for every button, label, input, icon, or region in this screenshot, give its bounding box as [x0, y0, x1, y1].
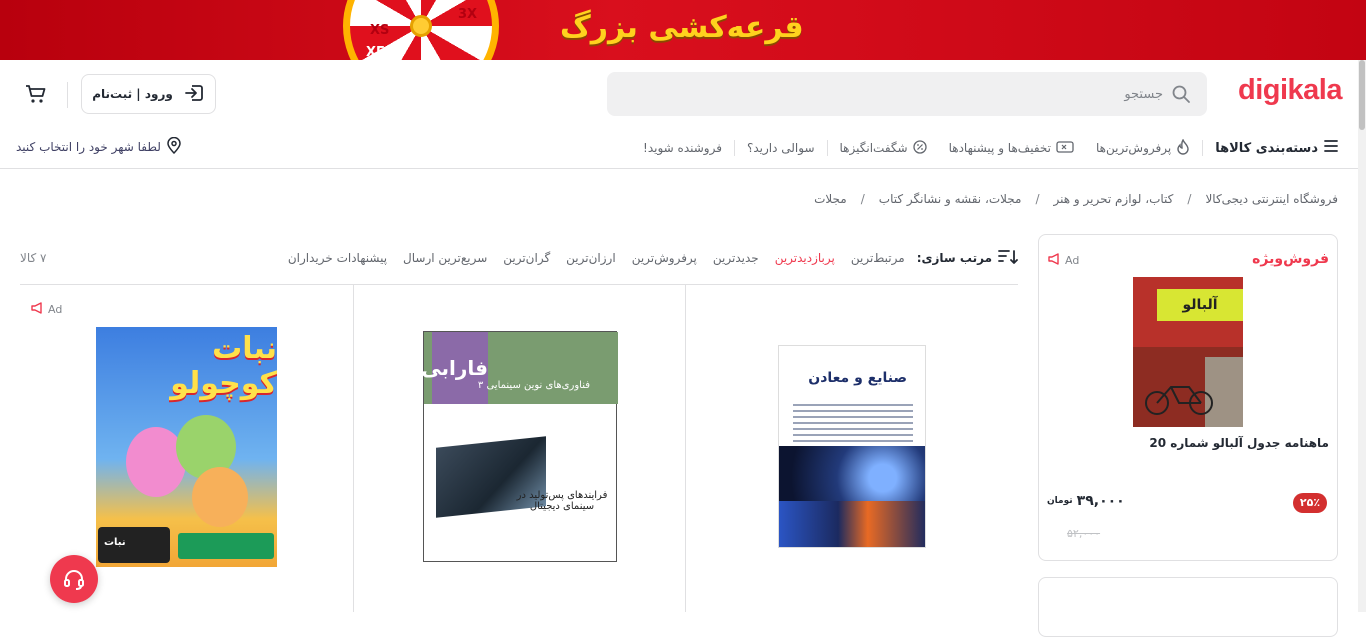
megaphone-icon	[1047, 253, 1061, 268]
city-label: لطفا شهر خود را انتخاب کنید	[16, 140, 161, 154]
cover-info-box	[178, 533, 274, 559]
cover-graphic	[779, 501, 925, 547]
page-scrollbar[interactable]	[1358, 60, 1366, 612]
column-divider	[685, 285, 686, 612]
sort-option[interactable]: گران‌ترین	[503, 251, 550, 265]
breadcrumb: فروشگاه اینترنتی دیجی‌کالا / کتاب، لوازم…	[814, 192, 1338, 206]
flame-icon	[1176, 137, 1190, 158]
login-label: ورود | ثبت‌نام	[92, 87, 173, 101]
filter-card	[1038, 577, 1338, 637]
special-sale-card[interactable]: فروش‌ویژه Ad آلبالو ماهنامه جدول آلبالو …	[1038, 234, 1338, 561]
product-image[interactable]: صنایع و معادن	[778, 345, 926, 548]
sort-label: مرتب سازی:	[916, 251, 992, 265]
megaphone-icon	[30, 302, 44, 317]
nav-divider	[733, 140, 735, 156]
digikala-logo[interactable]: digikala	[1238, 74, 1343, 107]
breadcrumb-link[interactable]: کتاب، لوازم تحریر و هنر	[1054, 192, 1174, 206]
price-value: ۳۹,۰۰۰	[1076, 493, 1125, 509]
wheel-label: 3X	[458, 7, 478, 22]
price: تومان ۳۹,۰۰۰	[1047, 493, 1125, 509]
results-count: ۷ کالا	[20, 251, 47, 265]
special-sale-title: فروش‌ویژه	[1252, 251, 1329, 267]
nav-divider	[1202, 140, 1204, 156]
city-selector[interactable]: لطفا شهر خود را انتخاب کنید	[16, 136, 181, 157]
location-pin-icon	[167, 136, 181, 157]
nav-divider	[826, 140, 828, 156]
prize-wheel: XS 3X 5X XE 2X	[343, 0, 499, 60]
wheel-label: XE	[366, 45, 385, 60]
breadcrumb-link[interactable]: فروشگاه اینترنتی دیجی‌کالا	[1205, 192, 1338, 206]
ad-badge[interactable]: Ad	[30, 302, 62, 317]
nav-item-label: تخفیف‌ها و پیشنهادها	[948, 141, 1051, 155]
discount-badge: ۲۵٪	[1293, 493, 1327, 513]
cover-label: آلبالو	[1157, 289, 1243, 321]
header-divider-line	[0, 168, 1358, 169]
search-icon	[1171, 84, 1191, 108]
percent-icon	[912, 139, 927, 157]
sort-option[interactable]: جدیدترین	[713, 251, 759, 265]
cart-icon	[24, 85, 48, 110]
search-bar[interactable]	[607, 72, 1207, 116]
nav-item-offers[interactable]: تخفیف‌ها و پیشنهادها	[948, 140, 1074, 156]
promo-banner[interactable]: XS 3X 5X XE 2X قرعه‌کشی بزرگ	[0, 0, 1366, 60]
categories-label: دسته‌بندی کالاها	[1215, 140, 1318, 156]
cover-phone-label: نبات	[104, 537, 126, 548]
wheel-label: XS	[370, 23, 390, 38]
coupon-icon	[1056, 140, 1074, 156]
main-nav: دسته‌بندی کالاها پرفروش‌ترین‌ها تخفیف‌ها…	[643, 137, 1338, 158]
banner-title: قرعه‌کشی بزرگ	[560, 10, 804, 45]
sort-option[interactable]: ارزان‌ترین	[566, 251, 616, 265]
login-icon	[183, 82, 205, 107]
cover-character	[192, 467, 248, 527]
cover-subtitle: فناوری‌های نوین سینمایی ۳	[477, 380, 590, 391]
grid-divider	[20, 284, 1018, 285]
breadcrumb-separator: /	[1035, 192, 1040, 206]
nav-item-label: شگفت‌انگیزها	[839, 141, 908, 155]
breadcrumb-separator: /	[1187, 192, 1192, 206]
product-image[interactable]: آلبالو	[1133, 277, 1243, 427]
ad-badge[interactable]: Ad	[1047, 253, 1079, 268]
product-image[interactable]: فارابی فناوری‌های نوین سینمایی ۳ فراینده…	[421, 331, 618, 562]
nav-item-bestsellers[interactable]: پرفروش‌ترین‌ها	[1096, 137, 1190, 158]
bicycle-icon	[1145, 386, 1213, 415]
sort-option[interactable]: پیشنهادات خریداران	[288, 251, 387, 265]
sort-option[interactable]: پرفروش‌ترین	[632, 251, 697, 265]
breadcrumb-link[interactable]: مجلات، نقشه و نشانگر کتاب	[879, 192, 1022, 206]
wheel-hub	[410, 15, 432, 37]
support-chat-button[interactable]	[50, 555, 98, 603]
nav-link-questions[interactable]: سوالی دارید؟	[747, 141, 815, 155]
breadcrumb-separator: /	[860, 192, 865, 206]
sort-option[interactable]: مرتبط‌ترین	[851, 251, 905, 265]
wheel-label: 2X	[460, 59, 479, 60]
categories-menu[interactable]: دسته‌بندی کالاها	[1215, 140, 1338, 156]
nav-link-become-seller[interactable]: فروشنده شوید!	[643, 141, 722, 155]
cover-phone: نبات	[98, 527, 170, 563]
sort-bar: مرتب سازی: مرتبط‌ترین پربازدیدترین جدیدت…	[20, 248, 1018, 268]
ad-label: Ad	[1065, 254, 1080, 267]
cart-button[interactable]	[24, 82, 48, 110]
cover-text-block	[793, 404, 913, 442]
product-name[interactable]: ماهنامه جدول آلبالو شماره 20	[1149, 436, 1329, 450]
product-image[interactable]: نبات کوچولو نبات	[96, 327, 277, 567]
cover-title: نبات کوچولو	[170, 331, 277, 401]
nav-item-amazing[interactable]: شگفت‌انگیزها	[839, 139, 927, 157]
scrollbar-thumb[interactable]	[1359, 60, 1365, 130]
search-input[interactable]	[643, 72, 1163, 116]
login-button[interactable]: ورود | ثبت‌نام	[81, 74, 216, 114]
cover-brand: فارابی	[421, 332, 488, 404]
cover-caption: فرایندهای پس‌تولید در سینمای دیجیتال	[516, 490, 608, 512]
nav-item-label: پرفروش‌ترین‌ها	[1096, 141, 1172, 155]
wheel-label: 5X	[462, 37, 482, 52]
column-divider	[353, 285, 354, 612]
sort-icon	[998, 249, 1018, 268]
old-price: ۵۲,۰۰۰	[1067, 527, 1101, 540]
sort-option[interactable]: سریع‌ترین ارسال	[403, 251, 487, 265]
breadcrumb-current[interactable]: مجلات	[814, 192, 847, 206]
currency-label: تومان	[1047, 496, 1073, 506]
header-divider	[67, 82, 68, 108]
ad-label: Ad	[48, 303, 63, 316]
hamburger-icon	[1324, 140, 1338, 156]
cover-title: صنایع و معادن	[808, 370, 907, 386]
sort-option-active[interactable]: پربازدیدترین	[775, 251, 835, 265]
